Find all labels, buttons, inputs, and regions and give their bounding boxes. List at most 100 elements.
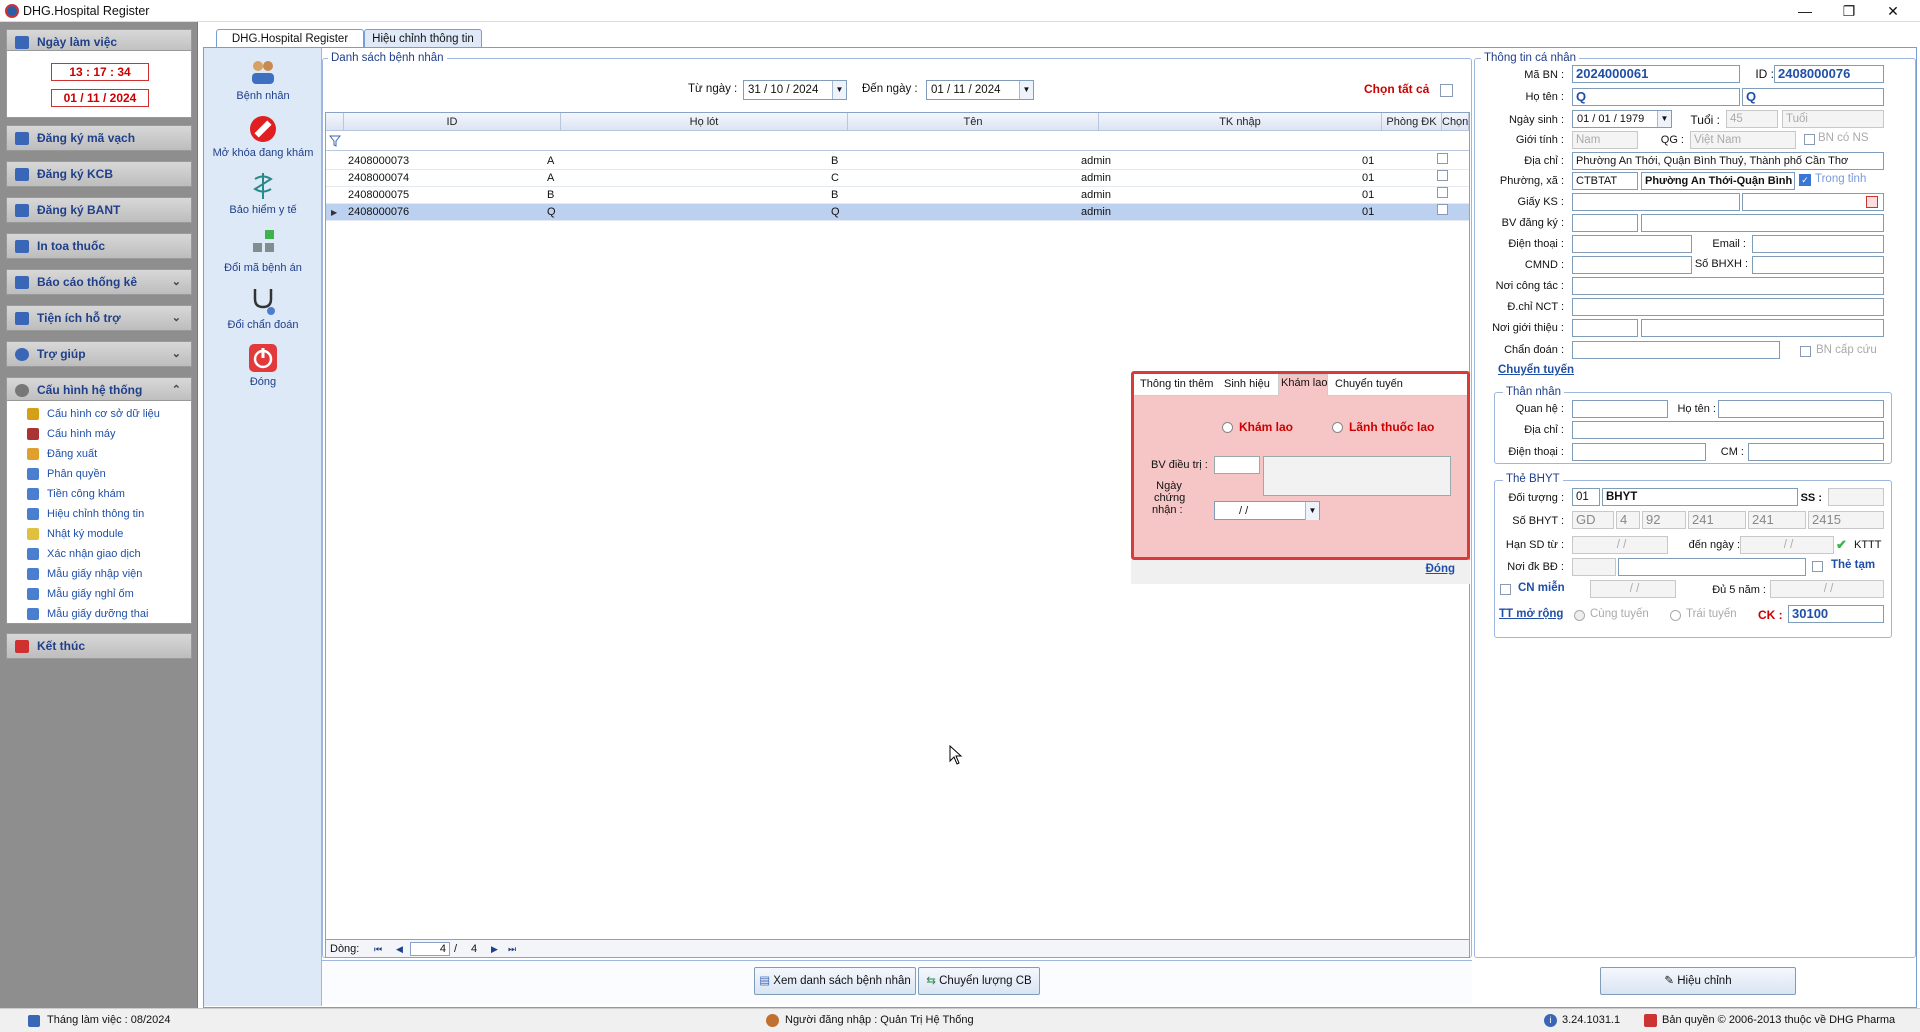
col-ho-lot[interactable]: Họ lót [561,113,848,131]
radio-kham-lao[interactable] [1222,422,1233,433]
submenu-item[interactable]: Tiền công khám [7,484,191,504]
email-field[interactable] [1752,235,1884,253]
relative-dia-chi-field[interactable] [1572,421,1884,439]
bv-dieu-tri-code-input[interactable] [1214,456,1260,474]
from-date-picker[interactable]: 31 / 10 / 2024 ▼ [743,80,847,100]
qg-select[interactable]: Việt Nam [1690,131,1796,149]
chan-doan-field[interactable] [1572,341,1780,359]
row-checkbox[interactable] [1437,187,1448,198]
table-row[interactable]: 2408000075 B B admin 01 [326,187,1469,204]
tuoi-field[interactable]: 45 [1726,110,1778,128]
relative-dien-thoai-field[interactable] [1572,443,1706,461]
doi-tuong-code-field[interactable]: 01 [1572,488,1600,506]
table-row[interactable]: 2408000073 A B admin 01 [326,153,1469,170]
relative-ho-ten-field[interactable] [1718,400,1884,418]
insurance-tool[interactable]: Bảo hiểm y tế [204,170,322,216]
view-patient-list-button[interactable]: ▤ Xem danh sách bệnh nhân [754,967,916,995]
table-row-selected[interactable]: ▶ 2408000076 Q Q admin 01 [326,204,1469,221]
id-field[interactable]: 2408000076 [1774,65,1884,83]
submenu-item[interactable]: Hiệu chỉnh thông tin [7,504,191,524]
du-5-nam-picker[interactable]: / / [1770,580,1884,598]
col-tk-nhap[interactable]: TK nhập [1099,113,1382,131]
filter-row[interactable] [326,131,1469,151]
close-tool[interactable]: Đóng [204,342,322,388]
tab-edit-info[interactable]: Hiệu chỉnh thông tin [364,29,482,48]
popup-close-link[interactable]: Đóng [1426,563,1455,575]
popup-tab-tb-exam[interactable]: Khám lao [1281,377,1327,389]
noi-gioi-thieu-code[interactable] [1572,319,1638,337]
page-input[interactable]: 4 [410,942,450,956]
cert-date-picker[interactable]: / / ▼ [1214,501,1320,520]
bn-co-ns-checkbox[interactable] [1804,134,1815,145]
submenu-item[interactable]: Mẫu giấy nghỉ ốm [7,584,191,604]
chuyen-tuyen-link[interactable]: Chuyển tuyến [1498,364,1574,376]
han-sd-to-picker[interactable]: / / [1740,536,1834,554]
noi-dk-bd-name[interactable] [1618,558,1806,576]
noi-gioi-thieu-name[interactable] [1641,319,1884,337]
row-checkbox[interactable] [1437,204,1448,215]
cmnd-field[interactable] [1572,256,1692,274]
submenu-item[interactable]: Mẫu giấy nhập viện [7,564,191,584]
close-button[interactable]: ✕ [1870,0,1916,22]
submenu-item[interactable]: Đăng xuất [7,444,191,464]
gioi-tinh-select[interactable]: Nam [1572,131,1638,149]
to-date-picker[interactable]: 01 / 11 / 2024 ▼ [926,80,1034,100]
ss-select[interactable] [1828,488,1884,506]
radio-lanh-thuoc[interactable] [1332,422,1343,433]
cn-mien-checkbox[interactable] [1500,584,1511,595]
trong-tinh-checkbox[interactable]: ✓ [1799,174,1811,186]
nav-item-in-toa-thuoc[interactable]: In toa thuốc [6,233,192,259]
tab-register[interactable]: DHG.Hospital Register [216,29,364,48]
nav-item-tro-giup[interactable]: Trợ giúp ⌄ [6,341,192,367]
restore-button[interactable]: ❐ [1826,0,1872,22]
bv-dang-ky-code[interactable] [1572,214,1638,232]
last-page-icon[interactable]: ⏭ [508,940,516,958]
unlock-exam-tool[interactable]: Mở khóa đang khám [204,113,322,159]
submenu-item[interactable]: Xác nhận giao dịch [7,544,191,564]
cung-tuyen-radio[interactable] [1574,610,1585,621]
tt-mo-rong-link[interactable]: TT mở rộng [1499,608,1563,620]
so-bhyt-part-2[interactable]: 4 [1616,511,1640,529]
col-id[interactable]: ID [344,113,561,131]
dien-thoai-field[interactable] [1572,235,1692,253]
so-bhyt-part-5[interactable]: 241 [1748,511,1806,529]
ngay-sinh-picker[interactable]: 01 / 01 / 1979 ▼ [1572,110,1672,128]
cn-mien-date-picker[interactable]: / / [1590,580,1676,598]
bv-dang-ky-name[interactable] [1641,214,1884,232]
change-diagnosis-tool[interactable]: Đổi chẩn đoán [204,285,322,331]
submenu-item[interactable]: Cấu hình máy [7,424,191,444]
first-page-icon[interactable]: ⏮ [374,940,382,958]
so-bhyt-part-4[interactable]: 241 [1688,511,1746,529]
row-checkbox[interactable] [1437,153,1448,164]
popup-tab-more-info[interactable]: Thông tin thêm [1140,378,1213,390]
noi-cong-tac-field[interactable] [1572,277,1884,295]
popup-tab-vitals[interactable]: Sinh hiệu [1224,378,1270,390]
calendar-icon[interactable] [1866,196,1878,208]
nav-item-tien-ich[interactable]: Tiện ích hỗ trợ ⌄ [6,305,192,331]
ho-ten-field[interactable]: Q [1572,88,1740,106]
noi-dk-bd-code[interactable] [1572,558,1616,576]
select-all-checkbox[interactable] [1440,84,1453,97]
popup-tab-transfer[interactable]: Chuyển tuyến [1335,378,1403,390]
next-page-icon[interactable]: ▶ [491,940,498,958]
ten-field[interactable]: Q [1742,88,1884,106]
doi-tuong-field[interactable]: BHYT [1602,488,1798,506]
col-phong-dk[interactable]: Phòng ĐK [1382,113,1442,131]
nav-item-dang-ky-bant[interactable]: Đăng ký BANT [6,197,192,223]
row-checkbox[interactable] [1437,170,1448,181]
so-bhxh-field[interactable] [1752,256,1884,274]
submenu-item[interactable]: Cấu hình cơ sở dữ liệu [7,404,191,424]
so-bhyt-part-3[interactable]: 92 [1642,511,1686,529]
submenu-item[interactable]: Phân quyền [7,464,191,484]
minimize-button[interactable]: — [1782,0,1828,22]
col-ten[interactable]: Tên [848,113,1099,131]
transfer-button[interactable]: ⇆ Chuyển lượng CB [918,967,1040,995]
giay-ks-field[interactable] [1572,193,1740,211]
the-tam-checkbox[interactable] [1812,561,1823,572]
quan-he-field[interactable] [1572,400,1668,418]
col-chon[interactable]: Chọn [1442,113,1469,131]
table-row[interactable]: 2408000074 A C admin 01 [326,170,1469,187]
submenu-item[interactable]: Nhật ký module [7,524,191,544]
relative-cm-field[interactable] [1748,443,1884,461]
han-sd-from-picker[interactable]: / / [1572,536,1668,554]
